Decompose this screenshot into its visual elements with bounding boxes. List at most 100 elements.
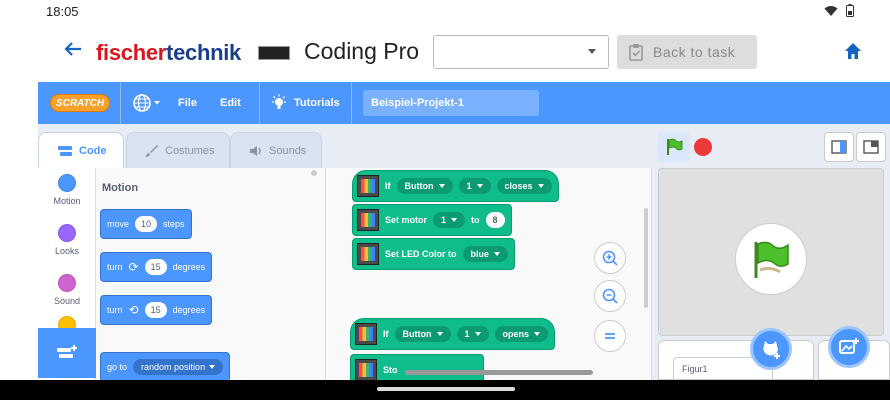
script1-set-led-block[interactable]: Set LED Color to blue	[352, 238, 516, 270]
scratch-menu-bar: SCRATCH File Edit Tutorials Beispiel-Pro…	[38, 82, 890, 124]
block-dropdown-button[interactable]: Button	[394, 326, 451, 342]
language-menu[interactable]	[132, 93, 162, 113]
green-flag-button[interactable]	[658, 132, 690, 162]
dropdown-caret-icon	[451, 218, 458, 222]
speaker-icon	[250, 145, 261, 156]
block-input-steps[interactable]: 10	[135, 216, 158, 232]
tab-costumes-label: Costumes	[165, 144, 215, 157]
block-dropdown-button[interactable]: Button	[396, 178, 453, 194]
category-label: Motion	[53, 196, 81, 206]
controller-extension-icon	[357, 209, 379, 231]
cat-add-icon	[763, 341, 780, 359]
block-move-steps[interactable]: move 10 steps	[100, 209, 192, 239]
category-label: Looks	[54, 246, 80, 256]
equals-icon	[605, 333, 615, 339]
rotate-right-icon: ⟳	[128, 260, 139, 274]
block-dropdown-state[interactable]: closes	[496, 178, 552, 194]
rotate-left-icon: ⟲	[128, 303, 139, 317]
logo-badge-icon	[258, 46, 290, 60]
block-input-motor-value[interactable]: 8	[485, 212, 505, 228]
scratch-logo[interactable]: SCRATCH	[50, 94, 110, 112]
script-workspace[interactable]: If Button 1 closes Set motor 1 to 8 Set …	[326, 168, 652, 380]
stage-canvas[interactable]	[658, 168, 884, 336]
block-input-degrees[interactable]: 15	[144, 302, 167, 318]
globe-icon	[133, 94, 160, 112]
category-sound[interactable]: Sound	[38, 274, 96, 306]
dropdown-caret-icon	[438, 184, 445, 188]
tab-costumes[interactable]: Costumes	[126, 132, 230, 168]
task-select[interactable]	[433, 35, 609, 69]
menu-divider	[259, 82, 260, 124]
block-dropdown-state[interactable]: opens	[494, 326, 549, 342]
block-text: Set LED Color to	[385, 249, 457, 259]
flag-sprite[interactable]	[735, 223, 807, 295]
gesture-handle[interactable]	[377, 387, 515, 391]
large-stage-button[interactable]	[856, 132, 886, 162]
block-goto[interactable]: go to random position	[100, 352, 231, 380]
dropdown-value: random position	[141, 362, 206, 372]
stage-toolbar	[658, 132, 890, 164]
category-dot	[58, 224, 76, 242]
image-add-icon	[839, 338, 859, 354]
script1-set-motor-block[interactable]: Set motor 1 to 8	[352, 204, 512, 236]
workspace-scrollbar[interactable]	[644, 208, 648, 308]
controller-extension-icon	[357, 243, 379, 265]
brand-logo: fischertechnik	[96, 40, 241, 66]
block-text: turn	[107, 262, 123, 272]
add-backdrop-button[interactable]	[828, 326, 870, 368]
block-text: degrees	[172, 305, 206, 315]
zoom-reset-button[interactable]	[594, 320, 626, 352]
block-dropdown-target[interactable]: random position	[133, 359, 224, 375]
block-dropdown-number[interactable]: 1	[458, 178, 491, 194]
block-dropdown-number[interactable]: 1	[456, 326, 489, 342]
block-text: move	[107, 219, 130, 229]
menu-edit[interactable]: Edit	[220, 82, 241, 124]
tab-sounds[interactable]: Sounds	[230, 132, 322, 168]
block-text: turn	[107, 305, 123, 315]
script1-if-block[interactable]: If Button 1 closes	[352, 170, 559, 202]
app-screen: 18:05 fischertechnik Coding Pro Back to …	[0, 0, 890, 380]
block-input-degrees[interactable]: 15	[144, 259, 167, 275]
back-to-task-label: Back to task	[653, 44, 736, 60]
menu-file[interactable]: File	[178, 82, 197, 124]
dropdown-caret-icon	[534, 332, 541, 336]
dropdown-value: Button	[402, 329, 432, 339]
zoom-out-icon	[602, 288, 618, 304]
block-dropdown-motor[interactable]: 1	[433, 212, 466, 228]
zoom-in-button[interactable]	[594, 242, 626, 274]
small-stage-icon	[831, 140, 847, 154]
dropdown-caret-icon	[537, 184, 544, 188]
add-extension-button[interactable]	[38, 328, 96, 378]
dropdown-value: opens	[502, 329, 530, 339]
editor-main: Code Costumes Sounds Motion Looks Sound …	[38, 124, 890, 380]
stop-button[interactable]	[694, 138, 712, 156]
block-dropdown-color[interactable]: blue	[462, 246, 509, 262]
back-to-task-button[interactable]: Back to task	[617, 35, 757, 69]
small-stage-button[interactable]	[824, 132, 854, 162]
category-dot	[58, 174, 76, 192]
status-time: 18:05	[46, 4, 79, 19]
tab-code[interactable]: Code	[38, 132, 124, 168]
category-motion[interactable]: Motion	[38, 174, 96, 206]
lightbulb-icon	[272, 94, 286, 109]
add-sprite-button[interactable]	[750, 328, 792, 370]
category-looks[interactable]: Looks	[38, 224, 96, 256]
dropdown-caret-icon	[494, 252, 501, 256]
zoom-out-button[interactable]	[594, 280, 626, 312]
block-text: If	[385, 181, 391, 191]
tab-sounds-label: Sounds	[269, 144, 307, 157]
menu-tutorials[interactable]: Tutorials	[270, 82, 340, 124]
home-icon[interactable]	[842, 40, 864, 62]
block-turn-left[interactable]: turn ⟲ 15 degrees	[100, 295, 213, 325]
block-turn-right[interactable]: turn ⟳ 15 degrees	[100, 252, 213, 282]
script2-partial-block[interactable]: Sto	[350, 354, 484, 380]
back-arrow-icon[interactable]	[62, 38, 88, 64]
menu-divider	[351, 82, 352, 124]
category-dot	[58, 274, 76, 292]
project-name-input[interactable]: Beispiel-Projekt-1	[363, 90, 539, 116]
script2-if-block[interactable]: If Button 1 opens	[350, 318, 556, 350]
wifi-icon	[824, 5, 838, 16]
palette-category-title: Motion	[102, 182, 139, 194]
add-extension-icon	[57, 345, 77, 358]
app-title: Coding Pro	[304, 38, 420, 64]
